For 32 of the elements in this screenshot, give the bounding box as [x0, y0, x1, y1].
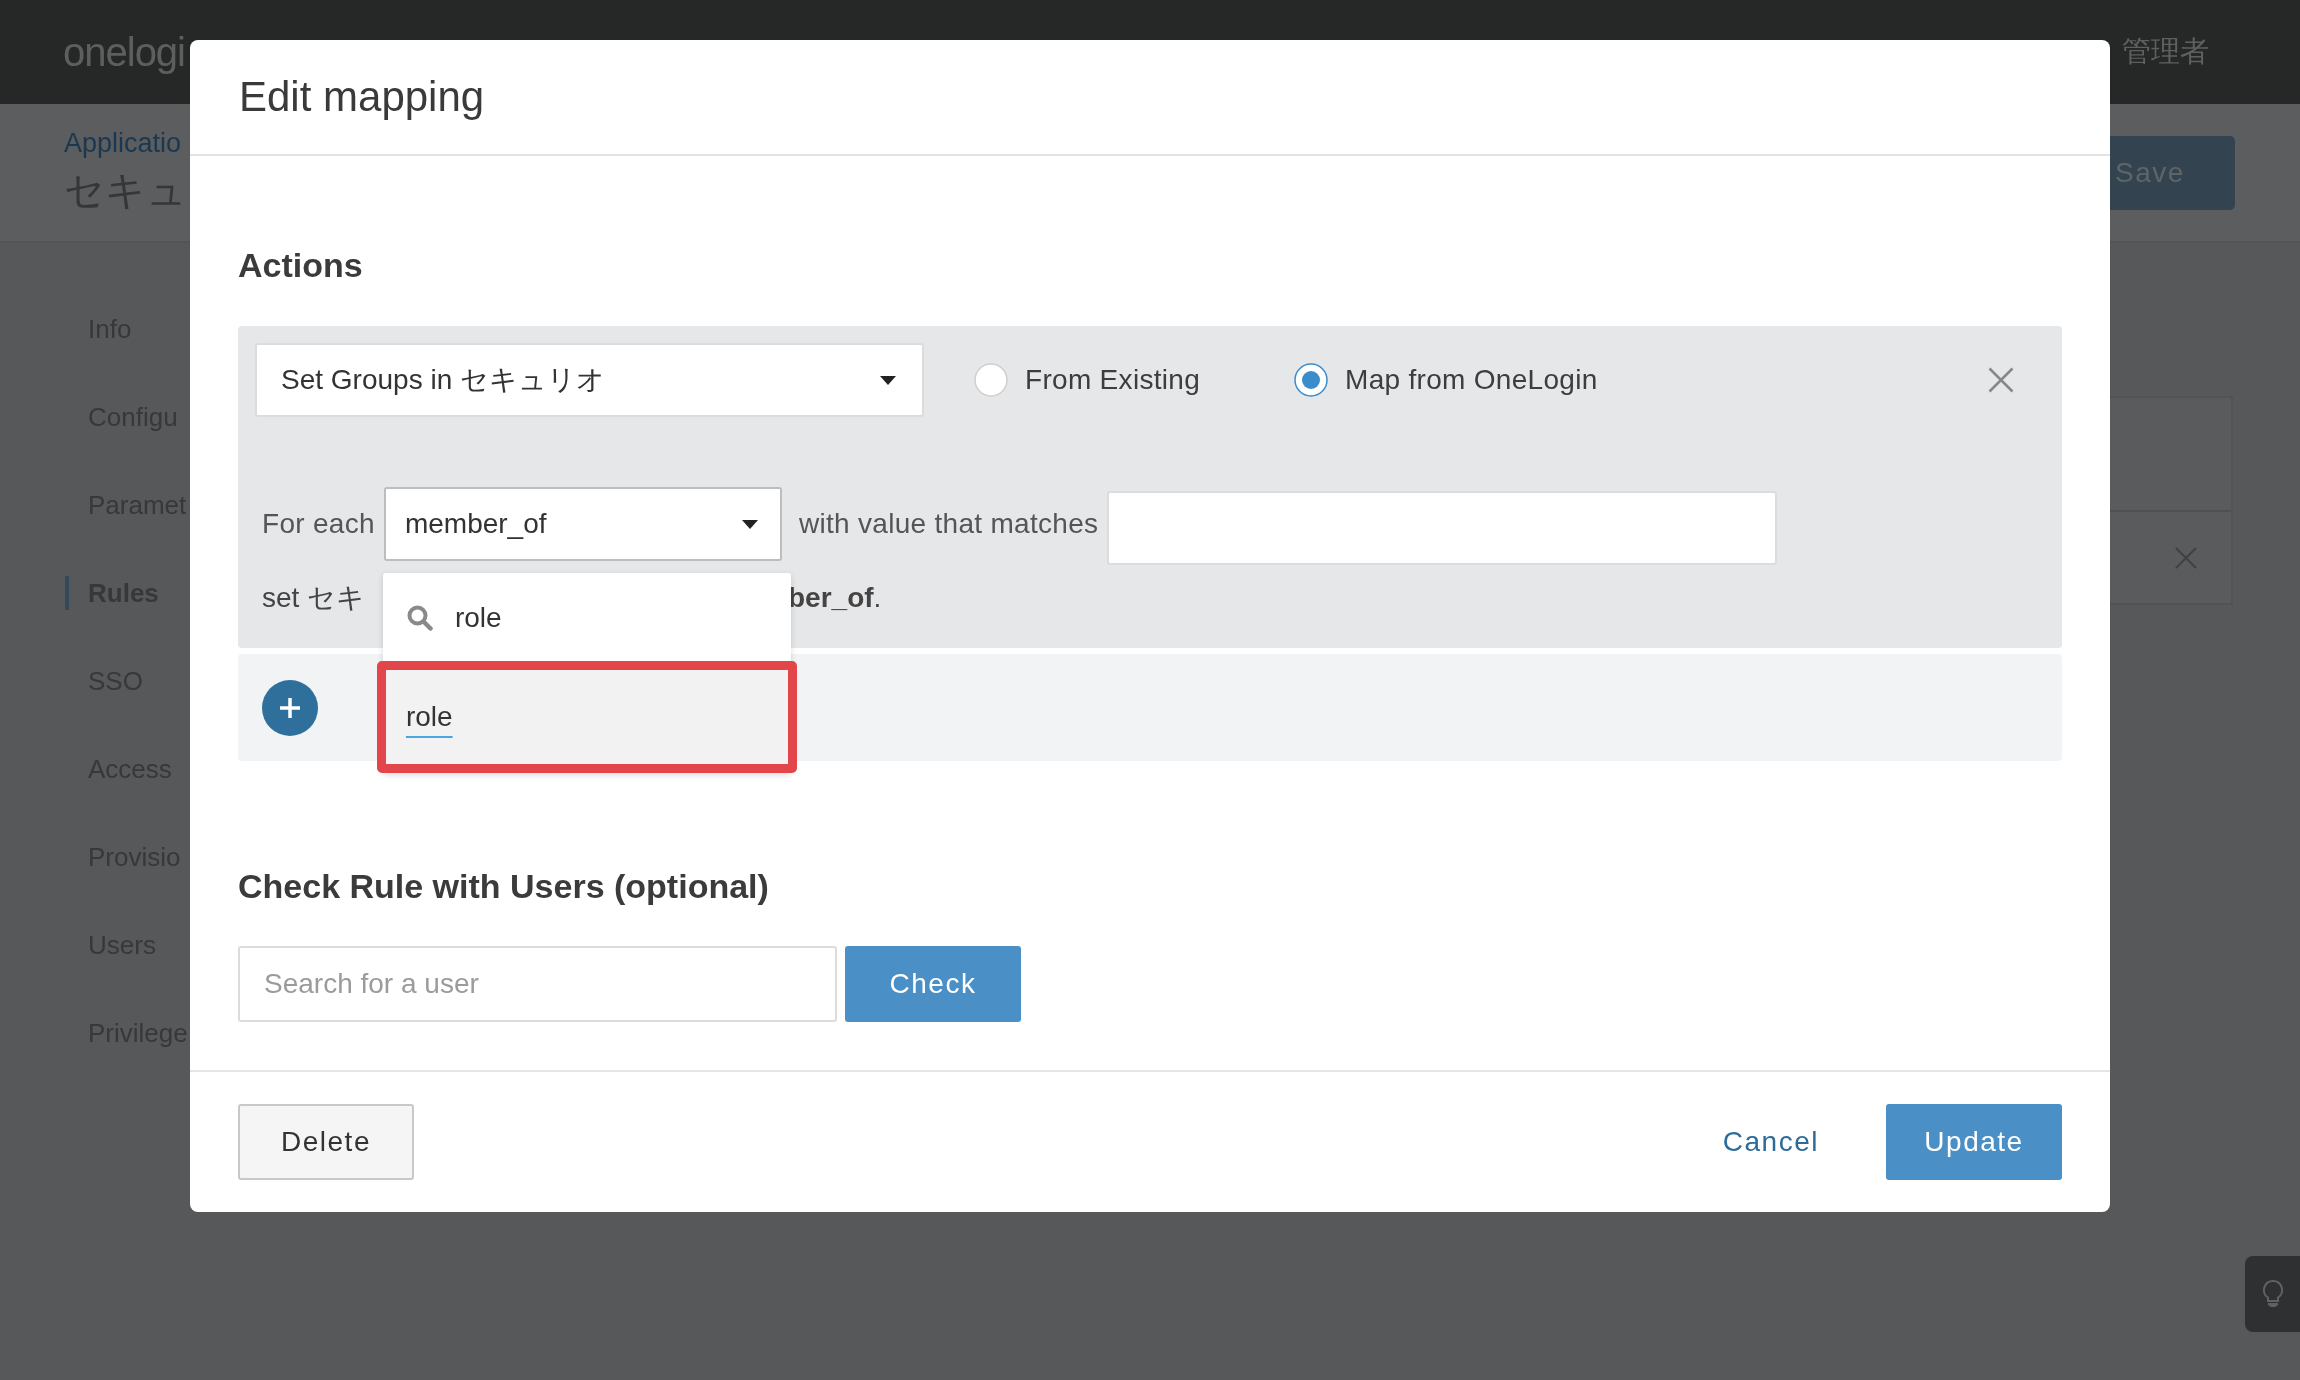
- match-input[interactable]: [1107, 491, 1778, 565]
- search-icon: [406, 605, 433, 631]
- radio-label[interactable]: From Existing: [1025, 364, 1201, 396]
- logo-text: onelogi: [63, 29, 185, 75]
- caret-icon: [880, 375, 896, 385]
- delete-button[interactable]: Delete: [238, 1104, 414, 1180]
- attribute-select[interactable]: member_of: [383, 487, 782, 561]
- close-icon[interactable]: [2175, 546, 2197, 569]
- field-label: For each: [262, 508, 375, 540]
- close-icon[interactable]: [1988, 367, 2014, 393]
- rule-summary-text: ber_of.: [788, 582, 882, 614]
- radio-button[interactable]: [974, 363, 1008, 397]
- plus-icon: [280, 697, 300, 718]
- rule-summary-text: set セキ: [262, 582, 366, 614]
- section-heading: Check Rule with Users (optional): [238, 866, 769, 906]
- update-button[interactable]: Update: [1886, 1104, 2062, 1180]
- check-button[interactable]: Check: [845, 946, 1021, 1022]
- field-label: with value that matches: [798, 508, 1099, 540]
- user-search-field[interactable]: Search for a user: [238, 946, 837, 1022]
- breadcrumb-link[interactable]: Applicatio: [64, 127, 182, 159]
- user-name[interactable]: 管理者: [2122, 32, 2209, 72]
- radio-button[interactable]: [1294, 363, 1329, 397]
- cancel-button[interactable]: Cancel: [1722, 1126, 1819, 1158]
- dropdown-search-field[interactable]: role: [454, 598, 755, 638]
- action-select[interactable]: Set Groups in セキュリオ: [255, 343, 924, 417]
- caret-icon: [741, 519, 758, 529]
- tip-button[interactable]: [2245, 1256, 2300, 1332]
- dialog-title: Edit mapping: [239, 73, 485, 121]
- dropdown-option[interactable]: role: [376, 661, 797, 773]
- section-heading: Actions: [238, 245, 363, 285]
- radio-label[interactable]: Map from OneLogin: [1345, 364, 1598, 396]
- lightbulb-icon: [2262, 1280, 2283, 1308]
